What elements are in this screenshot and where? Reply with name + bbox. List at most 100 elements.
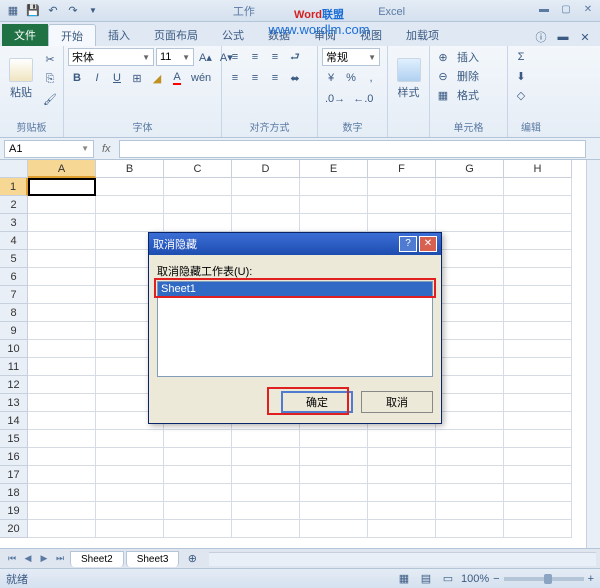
align-mid-icon[interactable]: ≡	[246, 48, 264, 66]
save-icon[interactable]: 💾	[24, 2, 42, 20]
cell[interactable]	[436, 232, 504, 250]
sheet-tab[interactable]: Sheet3	[126, 551, 180, 567]
cell[interactable]	[504, 448, 572, 466]
cell[interactable]	[28, 502, 96, 520]
col-header[interactable]: E	[300, 160, 368, 178]
cell[interactable]	[504, 376, 572, 394]
qat-dropdown-icon[interactable]: ▼	[84, 2, 102, 20]
col-header[interactable]: D	[232, 160, 300, 178]
align-center-icon[interactable]: ≡	[246, 69, 264, 87]
cell[interactable]	[28, 520, 96, 538]
col-header[interactable]: A	[28, 160, 96, 178]
cell[interactable]	[96, 178, 164, 196]
col-header[interactable]: B	[96, 160, 164, 178]
cell[interactable]	[28, 376, 96, 394]
cell[interactable]	[504, 232, 572, 250]
cell[interactable]	[164, 520, 232, 538]
cell[interactable]	[504, 430, 572, 448]
cell[interactable]	[368, 430, 436, 448]
percent-icon[interactable]: %	[342, 69, 360, 87]
cell[interactable]	[164, 430, 232, 448]
close-icon[interactable]: ✕	[580, 4, 596, 18]
cell[interactable]	[300, 520, 368, 538]
cell[interactable]	[232, 196, 300, 214]
row-header[interactable]: 20	[0, 520, 28, 538]
cell[interactable]	[28, 412, 96, 430]
view-layout-icon[interactable]: ▤	[417, 570, 435, 588]
cell[interactable]	[300, 466, 368, 484]
cell[interactable]	[164, 484, 232, 502]
cell[interactable]	[232, 484, 300, 502]
vertical-scrollbar[interactable]	[586, 160, 600, 548]
cell[interactable]	[96, 466, 164, 484]
cell[interactable]	[504, 484, 572, 502]
cell[interactable]	[28, 268, 96, 286]
tab-data[interactable]: 数据	[256, 24, 302, 46]
row-header[interactable]: 19	[0, 502, 28, 520]
tab-review[interactable]: 审阅	[302, 24, 348, 46]
row-header[interactable]: 6	[0, 268, 28, 286]
row-header[interactable]: 17	[0, 466, 28, 484]
font-color-icon[interactable]: A	[168, 69, 186, 87]
cell[interactable]	[232, 502, 300, 520]
cell[interactable]	[368, 466, 436, 484]
cell[interactable]	[232, 214, 300, 232]
cell[interactable]	[436, 214, 504, 232]
dialog-close-icon[interactable]: ✕	[419, 236, 437, 252]
cell[interactable]	[436, 340, 504, 358]
cell[interactable]	[300, 448, 368, 466]
bold-button[interactable]: B	[68, 69, 86, 87]
row-header[interactable]: 10	[0, 340, 28, 358]
cell[interactable]	[436, 358, 504, 376]
cell[interactable]	[28, 214, 96, 232]
cell[interactable]	[504, 268, 572, 286]
help-icon[interactable]: ⓘ	[532, 28, 550, 46]
col-header[interactable]: G	[436, 160, 504, 178]
cell[interactable]	[28, 394, 96, 412]
excel-icon[interactable]: ▦	[4, 2, 22, 20]
cell[interactable]	[96, 214, 164, 232]
format-painter-icon[interactable]: 🖌	[41, 90, 59, 108]
grow-font-icon[interactable]: A▴	[196, 48, 215, 66]
autosum-icon[interactable]: Σ	[512, 48, 530, 66]
cell[interactable]	[28, 304, 96, 322]
merge-icon[interactable]: ⬌	[286, 69, 304, 87]
cell[interactable]	[436, 250, 504, 268]
cell[interactable]	[28, 448, 96, 466]
tab-layout[interactable]: 页面布局	[142, 24, 210, 46]
number-format-combo[interactable]: 常规▼	[322, 48, 380, 66]
row-header[interactable]: 13	[0, 394, 28, 412]
row-header[interactable]: 14	[0, 412, 28, 430]
row-header[interactable]: 15	[0, 430, 28, 448]
comma-icon[interactable]: ,	[362, 69, 380, 87]
format-button[interactable]: 格式	[454, 86, 482, 104]
row-header[interactable]: 4	[0, 232, 28, 250]
cell[interactable]	[300, 484, 368, 502]
cell[interactable]	[164, 214, 232, 232]
zoom-out-icon[interactable]: −	[493, 573, 499, 585]
view-break-icon[interactable]: ▭	[439, 570, 457, 588]
cell[interactable]	[300, 196, 368, 214]
cell[interactable]	[436, 520, 504, 538]
cell[interactable]	[96, 196, 164, 214]
cell[interactable]	[300, 178, 368, 196]
row-header[interactable]: 8	[0, 304, 28, 322]
tab-view[interactable]: 视图	[348, 24, 394, 46]
align-bot-icon[interactable]: ≡	[266, 48, 284, 66]
horizontal-scrollbar[interactable]	[209, 552, 596, 566]
cell[interactable]	[368, 502, 436, 520]
cell[interactable]	[504, 412, 572, 430]
phonetic-icon[interactable]: wén	[188, 69, 214, 87]
cell[interactable]	[232, 448, 300, 466]
cell[interactable]	[368, 484, 436, 502]
maximize-icon[interactable]: ▢	[558, 4, 574, 18]
row-header[interactable]: 12	[0, 376, 28, 394]
row-header[interactable]: 18	[0, 484, 28, 502]
row-header[interactable]: 2	[0, 196, 28, 214]
cell[interactable]	[436, 484, 504, 502]
cell[interactable]	[28, 322, 96, 340]
cell[interactable]	[504, 520, 572, 538]
border-icon[interactable]: ⊞	[128, 69, 146, 87]
cell[interactable]	[164, 178, 232, 196]
cell[interactable]	[232, 430, 300, 448]
